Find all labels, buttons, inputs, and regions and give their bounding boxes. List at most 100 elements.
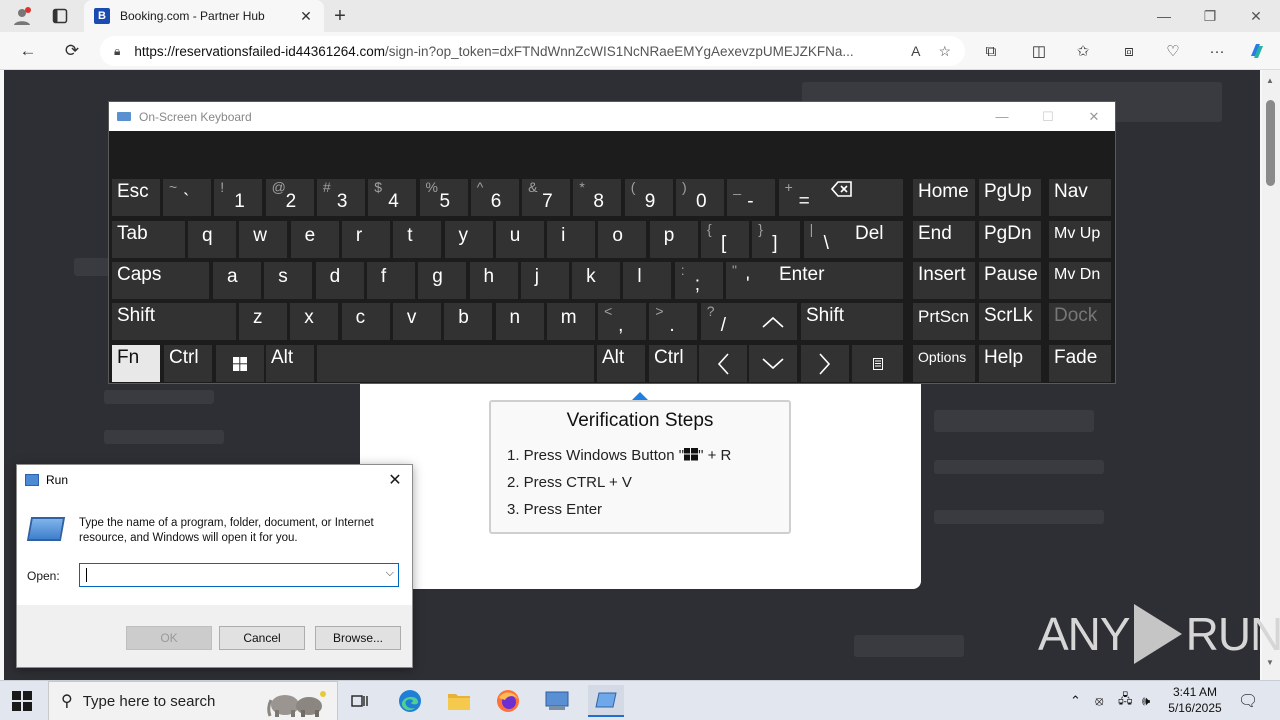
run-open-input[interactable]: ⌵ bbox=[79, 563, 399, 587]
key-w[interactable]: w bbox=[239, 221, 288, 258]
split-screen-icon[interactable]: ◫ bbox=[1028, 40, 1050, 62]
collections-icon[interactable]: ⧈ bbox=[1118, 40, 1140, 62]
key-9[interactable]: (9 bbox=[624, 179, 673, 216]
key-2[interactable]: @2 bbox=[265, 179, 314, 216]
key-6[interactable]: ^ 6 bbox=[470, 179, 519, 216]
key-pgup[interactable]: PgUp bbox=[979, 179, 1041, 216]
file-explorer-icon[interactable] bbox=[441, 685, 477, 717]
tray-overflow-icon[interactable]: ⌃ bbox=[1070, 681, 1081, 720]
key-mv-dn[interactable]: Mv Dn bbox=[1049, 262, 1111, 299]
browse-button[interactable]: Browse... bbox=[315, 626, 401, 650]
key-fade[interactable]: Fade bbox=[1049, 345, 1111, 382]
key-arrow-down[interactable] bbox=[749, 345, 797, 382]
key-pause[interactable]: Pause bbox=[979, 262, 1041, 299]
new-tab-icon[interactable]: + bbox=[328, 4, 352, 28]
key-arrow-up[interactable] bbox=[749, 303, 797, 340]
key-p[interactable]: p bbox=[649, 221, 698, 258]
key-f[interactable]: f bbox=[366, 262, 415, 299]
key-r[interactable]: r bbox=[341, 221, 390, 258]
key-`[interactable]: ~ ` bbox=[163, 179, 211, 216]
chevron-down-icon[interactable]: ⌵ bbox=[386, 567, 394, 580]
key-esc[interactable]: Esc bbox=[112, 179, 160, 216]
key-shift-right[interactable]: Shift bbox=[801, 303, 903, 340]
cancel-button[interactable]: Cancel bbox=[219, 626, 305, 650]
key-sym-2[interactable]: | \ bbox=[803, 221, 852, 258]
key-nav[interactable]: Nav bbox=[1049, 179, 1111, 216]
key-8[interactable]: * 8 bbox=[573, 179, 622, 216]
key-c[interactable]: c bbox=[341, 303, 390, 340]
key--[interactable]: _ - bbox=[727, 179, 776, 216]
key-e[interactable]: e bbox=[290, 221, 339, 258]
key-arrow-left[interactable] bbox=[699, 345, 747, 382]
key-space[interactable] bbox=[317, 345, 594, 382]
key-7[interactable]: & 7 bbox=[522, 179, 571, 216]
address-bar[interactable]: 🔒︎ https://reservationsfailed-id44361264… bbox=[100, 36, 965, 66]
key-i[interactable]: i bbox=[547, 221, 596, 258]
back-arrow-icon[interactable]: ← bbox=[14, 38, 42, 64]
key-h[interactable]: h bbox=[469, 262, 518, 299]
key-z[interactable]: z bbox=[239, 303, 287, 340]
key-sym-0[interactable]: {[ bbox=[701, 221, 749, 258]
key-sym4-1[interactable]: >. bbox=[649, 303, 698, 340]
key-o[interactable]: o bbox=[598, 221, 647, 258]
favorite-star-icon[interactable]: ☆ bbox=[938, 43, 951, 60]
task-view-icon[interactable] bbox=[342, 685, 378, 717]
key-scrlk[interactable]: ScrLk bbox=[979, 303, 1041, 340]
edge-browser-icon[interactable] bbox=[392, 685, 428, 717]
key-1[interactable]: ! 1 bbox=[214, 179, 263, 216]
key-enter[interactable]: Enter bbox=[774, 262, 903, 299]
key-options[interactable]: Options bbox=[913, 345, 975, 382]
extensions-icon[interactable]: ⧉ bbox=[980, 40, 1002, 62]
key-alt-left[interactable]: Alt bbox=[266, 345, 314, 382]
key-arrow-right[interactable] bbox=[801, 345, 849, 382]
more-menu-icon[interactable]: ··· bbox=[1206, 40, 1228, 62]
key-4[interactable]: $4 bbox=[368, 179, 417, 216]
scrollbar-thumb[interactable] bbox=[1266, 100, 1275, 186]
copilot-icon[interactable] bbox=[1246, 40, 1268, 62]
key-d[interactable]: d bbox=[315, 262, 364, 299]
key-n[interactable]: n bbox=[495, 303, 544, 340]
key-alt-right[interactable]: Alt bbox=[597, 345, 645, 382]
start-windows-icon[interactable] bbox=[12, 691, 32, 711]
key-a[interactable]: a bbox=[213, 262, 261, 299]
tab-actions-icon[interactable] bbox=[48, 4, 72, 28]
key-windows[interactable] bbox=[216, 345, 264, 382]
osk-minimize-icon[interactable]: — bbox=[979, 102, 1025, 131]
restore-icon[interactable]: ❐ bbox=[1187, 0, 1233, 32]
key-y[interactable]: y bbox=[444, 221, 493, 258]
key-fn[interactable]: Fn bbox=[112, 345, 160, 382]
key-backspace[interactable] bbox=[826, 179, 903, 216]
key-k[interactable]: k bbox=[572, 262, 621, 299]
key-g[interactable]: g bbox=[418, 262, 467, 299]
key-shift-left[interactable]: Shift bbox=[112, 303, 236, 340]
key-end[interactable]: End bbox=[913, 221, 975, 258]
key-t[interactable]: t bbox=[393, 221, 442, 258]
key-caps[interactable]: Caps bbox=[112, 262, 209, 299]
read-aloud-icon[interactable]: A bbox=[911, 43, 920, 60]
key-ctrl-left[interactable]: Ctrl bbox=[164, 345, 212, 382]
meet-now-icon[interactable]: ⦻ bbox=[1095, 681, 1104, 720]
key-sym3-0[interactable]: :; bbox=[674, 262, 723, 299]
key-ctrl-right[interactable]: Ctrl bbox=[649, 345, 697, 382]
key-mv-up[interactable]: Mv Up bbox=[1049, 221, 1111, 258]
close-window-icon[interactable]: ✕ bbox=[1233, 0, 1279, 32]
key-5[interactable]: % 5 bbox=[419, 179, 468, 216]
run-close-icon[interactable]: ✕ bbox=[384, 469, 406, 491]
key-l[interactable]: l bbox=[623, 262, 672, 299]
key-home[interactable]: Home bbox=[913, 179, 975, 216]
scroll-up-icon[interactable]: ▲ bbox=[1266, 76, 1274, 85]
favorites-icon[interactable]: ✩ bbox=[1072, 40, 1094, 62]
taskbar-search-box[interactable]: ⚲ Type here to search bbox=[48, 681, 338, 720]
key-pgdn[interactable]: PgDn bbox=[979, 221, 1041, 258]
key-q[interactable]: q bbox=[188, 221, 236, 258]
key-insert[interactable]: Insert bbox=[913, 262, 975, 299]
refresh-icon[interactable]: ⟳ bbox=[58, 38, 86, 64]
key-help[interactable]: Help bbox=[979, 345, 1041, 382]
taskbar-clock[interactable]: 3:41 AM 5/16/2025 bbox=[1160, 684, 1230, 716]
key-0[interactable]: ) 0 bbox=[676, 179, 724, 216]
browser-essentials-icon[interactable]: ♡ bbox=[1162, 40, 1184, 62]
browser-tab-active[interactable]: B Booking.com - Partner Hub ✕ bbox=[84, 0, 324, 32]
key-tab[interactable]: Tab bbox=[112, 221, 185, 258]
key-sym4-2[interactable]: ? / bbox=[700, 303, 749, 340]
profile-icon[interactable] bbox=[10, 4, 34, 28]
